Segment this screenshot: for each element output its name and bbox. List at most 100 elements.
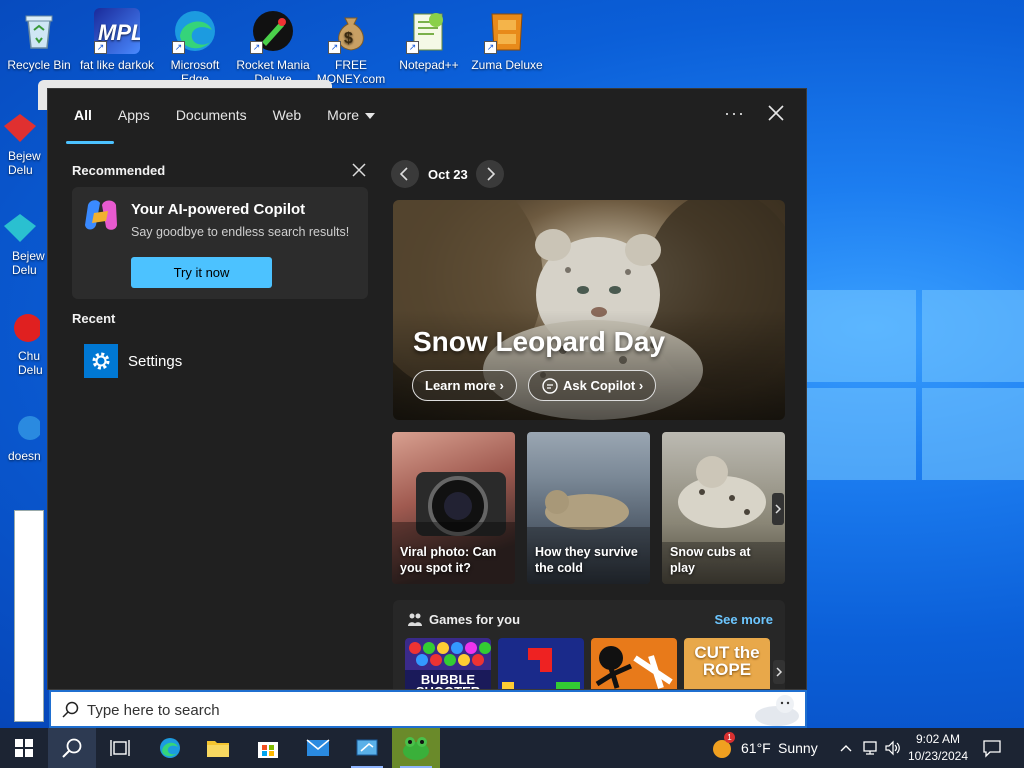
app-icon (18, 416, 42, 440)
search-input[interactable] (87, 699, 687, 721)
close-button[interactable] (764, 101, 788, 125)
desktop-icon-label: Recycle Bin (7, 58, 71, 72)
tab-more[interactable]: More (327, 107, 376, 129)
next-day-button[interactable] (476, 160, 504, 188)
desktop-icon-chuzzle[interactable]: Chu Delu (0, 310, 43, 377)
taskbar-search-button[interactable] (48, 728, 96, 768)
news-card-survive-cold[interactable]: How they survive the cold (527, 432, 650, 584)
tab-more-label: More (327, 107, 360, 123)
previous-day-button[interactable] (391, 160, 419, 188)
desktop-icon-doesn[interactable]: doesn (0, 410, 42, 463)
weather-condition[interactable]: Sunny (778, 740, 818, 756)
tab-web[interactable]: Web (273, 107, 302, 129)
chevron-up-icon (840, 745, 852, 752)
settings-gear-icon (84, 344, 118, 378)
recent-item-label: Settings (128, 352, 183, 370)
news-card-caption: How they survive the cold (535, 545, 638, 575)
dismiss-recommended-button[interactable] (352, 163, 366, 177)
desktop-icon-bejeweled-2[interactable]: Bejew Delu (0, 210, 45, 277)
notification-icon (983, 740, 1001, 758)
tab-documents[interactable]: Documents (176, 107, 247, 129)
chevron-down-icon (365, 113, 376, 120)
volume-button[interactable] (884, 739, 902, 762)
notifications-button[interactable] (982, 738, 1002, 763)
network-icon (863, 741, 877, 755)
recycle-bin-icon (16, 8, 62, 54)
try-it-now-button[interactable]: Try it now (131, 257, 272, 288)
more-options-button[interactable]: ··· (724, 103, 745, 124)
desktop-icon-free-money[interactable]: $ ↗ FREE MONEY.com (313, 8, 389, 86)
game-tile-bubble-shooter[interactable]: BUBBLE SHOOTER (405, 638, 491, 689)
news-card-viral-photo[interactable]: Viral photo: Can you spot it? (392, 432, 515, 584)
network-button[interactable] (862, 739, 880, 762)
weather-temperature[interactable]: 61°F (741, 740, 771, 756)
desktop-icon-zuma-deluxe[interactable]: ↗ Zuma Deluxe (469, 8, 545, 72)
search-icon (62, 701, 79, 718)
stickman-game-image (595, 646, 673, 689)
desktop-icon-label: fat like darkok (79, 58, 155, 72)
taskbar-app-window[interactable] (343, 728, 391, 768)
game-tile-cut-the-rope[interactable]: CUT the ROPE (684, 638, 770, 689)
taskbar-mail[interactable] (294, 728, 342, 768)
show-hidden-icons-button[interactable] (838, 740, 854, 761)
desktop-icon-microsoft-edge[interactable]: ↗ Microsoft Edge (157, 8, 233, 86)
clock[interactable]: 9:02 AM 10/23/2024 (905, 731, 971, 765)
edge-icon (160, 738, 180, 758)
hero-title: Snow Leopard Day (413, 326, 666, 357)
desktop-icon-fat-like-darkok[interactable]: MPL ↗ fat like darkok (79, 8, 155, 72)
app-window-icon (356, 739, 378, 756)
desktop-icon-bejeweled-1[interactable]: Bejew Delu (0, 110, 41, 177)
taskbar-edge[interactable] (146, 728, 194, 768)
search-box[interactable] (49, 690, 807, 728)
game-tile-blocks[interactable] (498, 638, 584, 689)
search-icon (62, 738, 82, 758)
game-tile-stickman[interactable] (591, 638, 677, 689)
copilot-icon (82, 197, 120, 233)
taskbar-frog-game[interactable] (392, 728, 440, 768)
blocks-game-image (502, 648, 580, 689)
desktop-icon-notepad-plus-plus[interactable]: ↗ Notepad++ (391, 8, 467, 72)
taskbar-microsoft-store[interactable] (244, 728, 292, 768)
taskbar-file-explorer[interactable] (194, 728, 242, 768)
mail-icon (306, 739, 330, 756)
shortcut-arrow-icon: ↗ (94, 41, 107, 54)
news-card-caption: Viral photo: Can you spot it? (400, 545, 497, 575)
close-icon (768, 105, 784, 121)
rocket-mania-icon: ↗ (250, 8, 296, 54)
games-section: Games for you See more BUBBLE SHOOTER CU… (393, 600, 785, 689)
edge-icon: ↗ (172, 8, 218, 54)
recent-item-settings[interactable]: Settings (84, 343, 182, 379)
snow-leopard-hero-card[interactable]: Snow Leopard Day Learn more › Ask Copilo… (393, 200, 785, 420)
games-heading: Games for you (429, 612, 521, 627)
desktop-icon-rocket-mania[interactable]: ↗ Rocket Mania Deluxe (235, 8, 311, 86)
zuma-icon: ↗ (484, 8, 530, 54)
search-tabs: All Apps Documents Web More (60, 103, 401, 144)
copilot-card[interactable]: Your AI-powered Copilot Say goodbye to e… (72, 187, 368, 299)
mpl-logo-icon: MPL ↗ (94, 8, 144, 54)
news-card-snow-cubs[interactable]: Snow cubs at play (662, 432, 785, 584)
desktop-icon-recycle-bin[interactable]: Recycle Bin (1, 8, 77, 72)
weather-badge: 1 (724, 732, 735, 743)
bejeweled-icon (4, 214, 36, 242)
game-tile-label: CUT the ROPE (694, 643, 760, 679)
start-button[interactable] (0, 728, 48, 768)
see-more-link[interactable]: See more (714, 612, 773, 627)
highlight-date: Oct 23 (428, 167, 468, 182)
recent-heading: Recent (72, 311, 116, 326)
people-icon (408, 613, 422, 626)
shortcut-arrow-icon: ↗ (172, 41, 185, 54)
ask-copilot-button[interactable]: Ask Copilot › (528, 370, 657, 401)
clock-date: 10/23/2024 (907, 749, 969, 763)
tab-apps[interactable]: Apps (118, 107, 150, 129)
learn-more-label: Learn more (425, 378, 496, 393)
games-scroll-right-button[interactable] (773, 660, 785, 684)
task-view-button[interactable] (96, 728, 144, 768)
cards-scroll-right-button[interactable] (772, 493, 784, 525)
folder-icon (207, 741, 229, 757)
learn-more-button[interactable]: Learn more › (412, 370, 517, 401)
chevron-right-icon (775, 504, 782, 514)
tab-all[interactable]: All (66, 107, 114, 144)
windows-wallpaper-logo (806, 290, 1024, 480)
weather-widget[interactable]: 1 (710, 732, 735, 760)
snow-leopard-doodle-icon (755, 695, 799, 726)
